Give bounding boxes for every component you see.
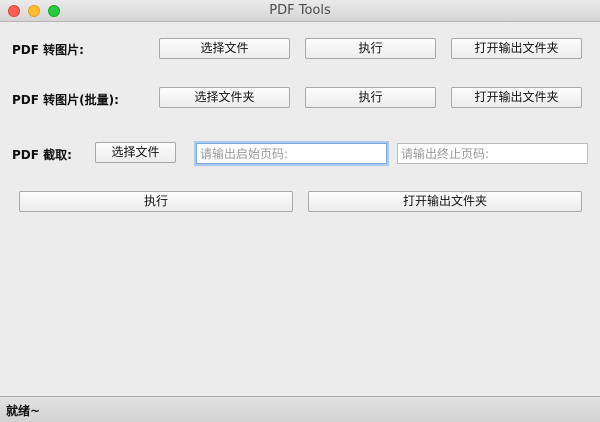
pdf-to-image-batch-label: PDF 转图片(批量): <box>12 93 119 107</box>
pdf-to-image-open-output-folder-button[interactable]: 打开输出文件夹 <box>451 38 582 59</box>
end-page-input[interactable] <box>397 143 588 164</box>
pdf-to-image-batch-select-folder-button[interactable]: 选择文件夹 <box>159 87 290 108</box>
window-title: PDF Tools <box>269 3 331 18</box>
app-window: PDF Tools PDF 转图片: 选择文件 执行 打开输出文件夹 PDF 转… <box>0 0 600 422</box>
pdf-extract-execute-button[interactable]: 执行 <box>19 191 293 212</box>
pdf-to-image-select-file-button[interactable]: 选择文件 <box>159 38 290 59</box>
pdf-to-image-batch-open-output-folder-button[interactable]: 打开输出文件夹 <box>451 87 582 108</box>
pdf-extract-select-file-button[interactable]: 选择文件 <box>95 142 176 163</box>
pdf-extract-open-output-folder-button[interactable]: 打开输出文件夹 <box>308 191 582 212</box>
pdf-to-image-batch-execute-button[interactable]: 执行 <box>305 87 436 108</box>
status-bar: 就绪~ <box>0 396 600 422</box>
pdf-extract-label: PDF 截取: <box>12 148 72 162</box>
start-page-input[interactable] <box>196 143 387 164</box>
pdf-to-image-execute-button[interactable]: 执行 <box>305 38 436 59</box>
title-bar: PDF Tools <box>0 0 600 22</box>
status-text: 就绪~ <box>6 404 41 418</box>
pdf-to-image-label: PDF 转图片: <box>12 43 84 57</box>
